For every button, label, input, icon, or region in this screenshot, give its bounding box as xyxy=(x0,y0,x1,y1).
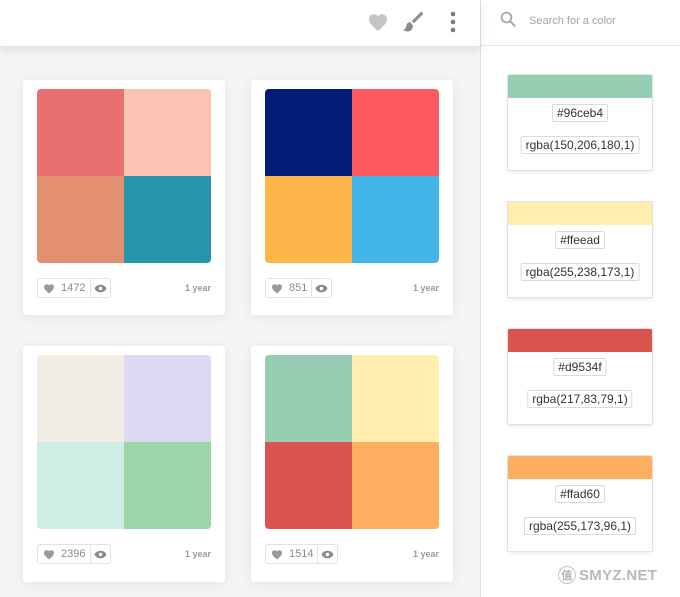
rgba-value[interactable]: rgba(150,206,180,1) xyxy=(520,136,640,154)
palette-card: 851 1 year xyxy=(251,80,453,315)
heart-icon xyxy=(44,283,54,293)
palette-swatch[interactable] xyxy=(352,355,439,442)
like-button[interactable]: 1514 xyxy=(265,544,322,564)
palette-swatch[interactable] xyxy=(265,89,352,176)
palette-swatch[interactable] xyxy=(265,176,352,263)
color-card: #ffad60 rgba(255,173,96,1) xyxy=(507,455,653,552)
view-button[interactable] xyxy=(90,544,111,564)
palette-swatch[interactable] xyxy=(37,176,124,263)
heart-icon xyxy=(44,549,54,559)
rgba-value[interactable]: rgba(217,83,79,1) xyxy=(527,390,633,408)
like-count: 851 xyxy=(289,282,308,294)
color-swatch[interactable] xyxy=(508,75,652,98)
palette-swatch[interactable] xyxy=(124,176,211,263)
palette-age: 1 year xyxy=(412,283,439,293)
like-count: 2396 xyxy=(61,548,86,560)
palette-swatch[interactable] xyxy=(352,442,439,529)
search-icon[interactable] xyxy=(499,10,517,28)
palette-swatch[interactable] xyxy=(265,355,352,442)
color-swatch[interactable] xyxy=(508,329,652,352)
color-card: #96ceb4 rgba(150,206,180,1) xyxy=(507,74,653,171)
palette-card: 1514 1 year xyxy=(251,346,453,582)
eye-icon xyxy=(94,550,107,558)
rgba-value[interactable]: rgba(255,238,173,1) xyxy=(520,263,640,281)
hex-value[interactable]: #ffad60 xyxy=(555,485,605,503)
palette-swatches[interactable] xyxy=(265,89,439,263)
watermark-logo: 值 xyxy=(558,566,576,584)
heart-icon xyxy=(272,549,282,559)
view-button[interactable] xyxy=(311,278,332,298)
hex-value[interactable]: #96ceb4 xyxy=(551,104,609,122)
view-button[interactable] xyxy=(90,278,111,298)
search-input[interactable] xyxy=(529,10,669,32)
rgba-value[interactable]: rgba(255,173,96,1) xyxy=(523,517,637,535)
color-swatch[interactable] xyxy=(508,202,652,225)
more-vertical-icon[interactable] xyxy=(439,8,467,36)
palette-swatch[interactable] xyxy=(37,442,124,529)
palette-swatches[interactable] xyxy=(265,355,439,529)
hex-value[interactable]: #ffeead xyxy=(555,231,605,249)
view-button[interactable] xyxy=(317,544,338,564)
palette-swatch[interactable] xyxy=(124,355,211,442)
palette-card: 2396 1 year xyxy=(23,346,225,582)
palette-swatch[interactable] xyxy=(352,176,439,263)
palette-swatch[interactable] xyxy=(37,89,124,176)
app-root: 1472 1 year 851 1 year 2396 1 year 1514 … xyxy=(0,0,680,597)
like-button[interactable]: 1472 xyxy=(37,278,94,298)
palette-card: 1472 1 year xyxy=(23,80,225,315)
like-count: 1472 xyxy=(61,282,86,294)
watermark-text: SMYZ.NET xyxy=(579,566,658,584)
palette-swatch[interactable] xyxy=(265,442,352,529)
like-button[interactable]: 2396 xyxy=(37,544,94,564)
color-swatch[interactable] xyxy=(508,456,652,479)
color-sidebar: #96ceb4 rgba(150,206,180,1) #ffeead rgba… xyxy=(480,0,680,597)
like-count: 1514 xyxy=(289,548,314,560)
hex-value[interactable]: #d9534f xyxy=(553,358,607,376)
palette-age: 1 year xyxy=(184,283,211,293)
palette-age: 1 year xyxy=(412,549,439,559)
eye-icon xyxy=(321,550,334,558)
palette-swatch[interactable] xyxy=(124,89,211,176)
top-toolbar xyxy=(0,0,480,46)
palette-swatch[interactable] xyxy=(37,355,124,442)
palette-swatches[interactable] xyxy=(37,89,211,263)
like-button[interactable]: 851 xyxy=(265,278,316,298)
palette-swatches[interactable] xyxy=(37,355,211,529)
eye-icon xyxy=(94,284,107,292)
palette-swatch[interactable] xyxy=(124,442,211,529)
palette-swatch[interactable] xyxy=(352,89,439,176)
palette-age: 1 year xyxy=(184,549,211,559)
search-bar xyxy=(481,0,680,46)
heart-icon xyxy=(272,283,282,293)
paint-brush-icon[interactable] xyxy=(399,8,427,36)
color-card: #d9534f rgba(217,83,79,1) xyxy=(507,328,653,425)
eye-icon xyxy=(315,284,328,292)
watermark: 值 SMYZ.NET xyxy=(558,566,657,584)
heart-icon[interactable] xyxy=(364,8,392,36)
color-card: #ffeead rgba(255,238,173,1) xyxy=(507,201,653,298)
